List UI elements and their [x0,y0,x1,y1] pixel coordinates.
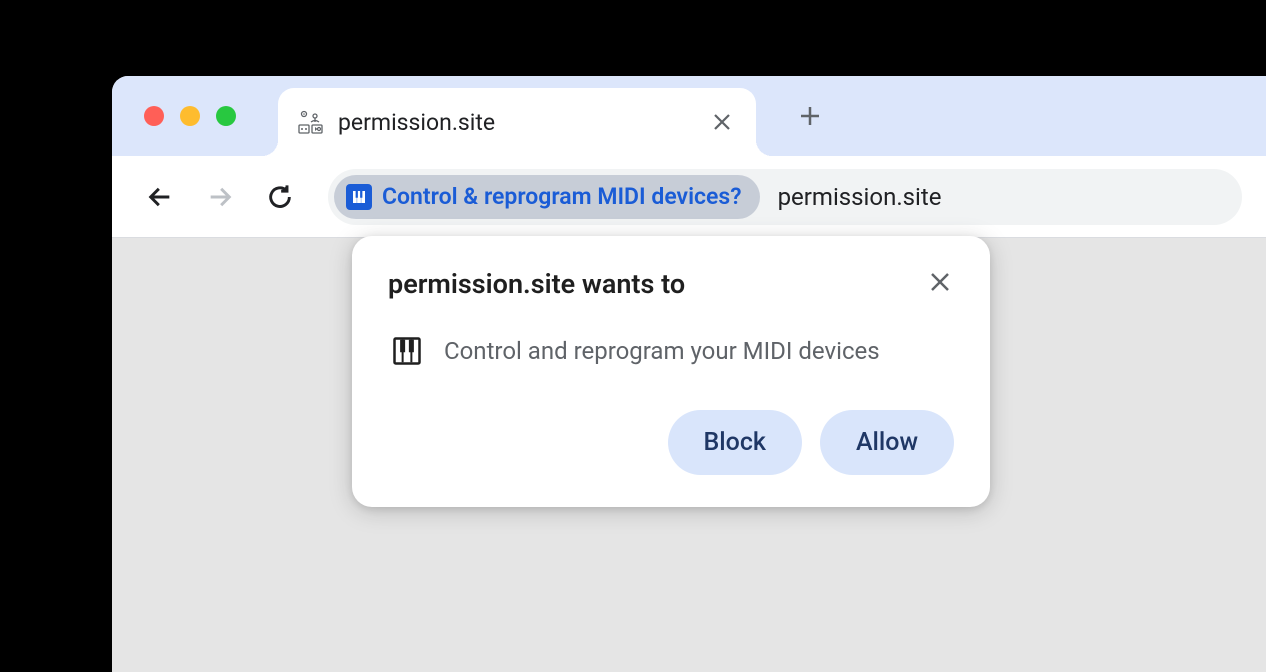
forward-button[interactable] [196,173,244,221]
window-controls [144,106,236,126]
browser-tab[interactable]: permission.site [278,88,756,156]
popup-header: permission.site wants to [388,268,954,300]
reload-button[interactable] [256,173,304,221]
permission-description: Control and reprogram your MIDI devices [444,337,880,365]
toolbar: Control & reprogram MIDI devices? permis… [112,156,1266,238]
block-button[interactable]: Block [668,410,802,475]
url-text: permission.site [778,183,942,211]
maximize-window-button[interactable] [216,106,236,126]
popup-close-button[interactable] [926,268,954,296]
content-area: permission.site wants to [112,238,1266,672]
popup-title: permission.site wants to [388,268,685,300]
midi-icon [392,336,422,366]
tab-favicon-icon [296,108,324,136]
tab-close-button[interactable] [710,110,734,134]
midi-icon [346,184,372,210]
back-button[interactable] [136,173,184,221]
permission-popup: permission.site wants to [352,236,990,507]
permission-chip[interactable]: Control & reprogram MIDI devices? [334,175,760,219]
new-tab-button[interactable] [786,92,834,140]
browser-window: permission.site [112,76,1266,672]
tab-title: permission.site [338,109,710,136]
allow-button[interactable]: Allow [820,410,954,475]
minimize-window-button[interactable] [180,106,200,126]
address-bar[interactable]: Control & reprogram MIDI devices? permis… [328,169,1242,225]
close-window-button[interactable] [144,106,164,126]
permission-item: Control and reprogram your MIDI devices [388,336,954,366]
tab-strip: permission.site [112,76,1266,156]
popup-actions: Block Allow [388,410,954,475]
permission-chip-text: Control & reprogram MIDI devices? [382,183,742,210]
